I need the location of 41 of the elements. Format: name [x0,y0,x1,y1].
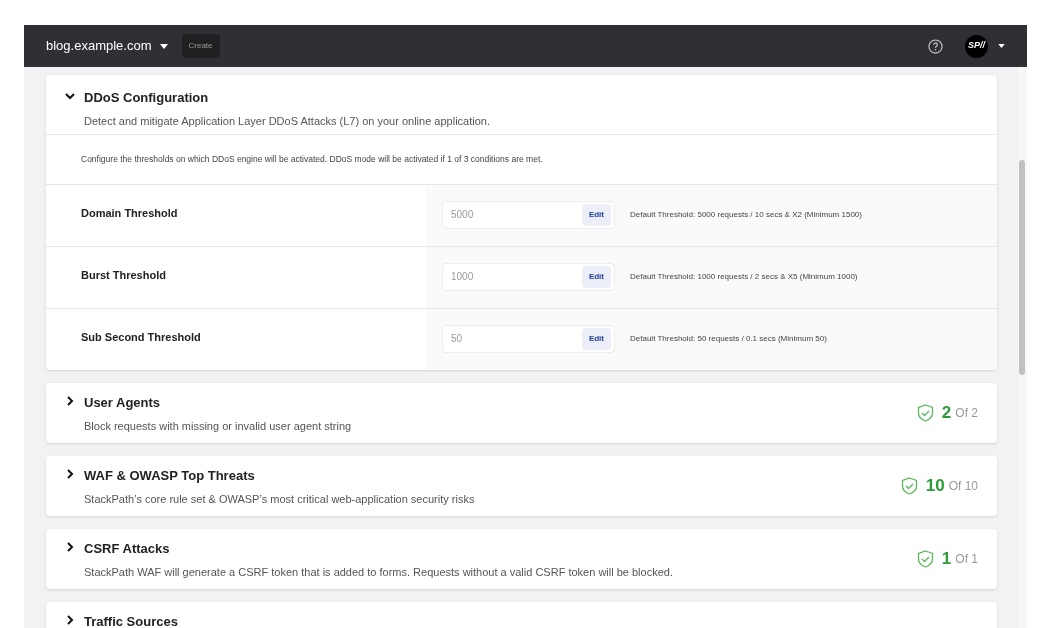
count-value: 1 [941,548,952,571]
help-icon[interactable] [928,38,943,54]
section-title[interactable]: WAF & OWASP Top Threats [84,466,475,486]
count-total: Of 2 [955,405,978,422]
section-description: StackPath WAF will generate a CSRF token that is added to forms. Requests without a valid CSRF token will be blocked. [84,564,673,580]
count-value: 2 [941,402,952,425]
edit-button[interactable]: Edit [581,265,611,288]
info-text: Configure the thresholds on which DDoS engine will be activated. DDoS mode will be activated if 1 of 3 conditions are met. [81,153,543,166]
count-total: Of 10 [948,478,978,495]
section-title[interactable]: Traffic Sources [84,612,178,628]
threshold-hint: Default Threshold: 1000 requests / 2 secs & X5 (Minimum 1000) [630,270,858,283]
section-title[interactable]: DDoS Configuration [84,88,490,108]
section-card[interactable]: Traffic Sources [46,602,997,628]
site-selector[interactable]: blog.example.com [46,36,168,56]
section-description: StackPath’s core rule set & OWASP’s most critical web-application security risks [84,491,475,507]
threshold-label: Sub Second Threshold [81,331,201,343]
create-button[interactable]: Create [181,34,220,58]
threshold-field[interactable]: 1000 Edit [442,262,615,291]
caret-icon [159,43,168,49]
threshold-label: Domain Threshold [81,207,178,219]
shield-check-icon [916,404,934,422]
shield-check-icon [916,550,934,568]
section-card[interactable]: User Agents Block requests with missing or invalid user agent string 2 Of 2 [46,383,997,443]
section-description: Detect and mitigate Application Layer DDoS Attacks (L7) on your online application. [84,113,490,129]
count-value: 10 [925,475,945,498]
threshold-field[interactable]: 50 Edit [442,324,615,353]
section-title[interactable]: User Agents [84,393,352,413]
caret-icon [998,44,1005,48]
threshold-hint: Default Threshold: 50 requests / 0.1 secs (Minimum 50) [630,332,827,345]
edit-button[interactable]: Edit [581,327,611,350]
threshold-field[interactable]: 5000 Edit [442,200,615,229]
section-title[interactable]: CSRF Attacks [84,539,673,559]
scrollbar[interactable] [1018,67,1027,628]
count-total: Of 1 [955,551,978,568]
section-card[interactable]: CSRF Attacks StackPath WAF will generate a CSRF token that is added to forms. Requests without a valid CSRF token will be blocked. 1 Of 1 [46,529,997,589]
shield-check-icon [900,477,918,495]
edit-button[interactable]: Edit [581,203,611,226]
section-description: Block requests with missing or invalid user agent string [84,418,352,434]
threshold-label: Burst Threshold [81,269,166,281]
section-card[interactable]: WAF & OWASP Top Threats StackPath’s core rule set & OWASP’s most critical web-application security risks 10 Of 10 [46,456,997,516]
threshold-hint: Default Threshold: 5000 requests / 10 secs & X2 (Minimum 1500) [630,208,862,221]
